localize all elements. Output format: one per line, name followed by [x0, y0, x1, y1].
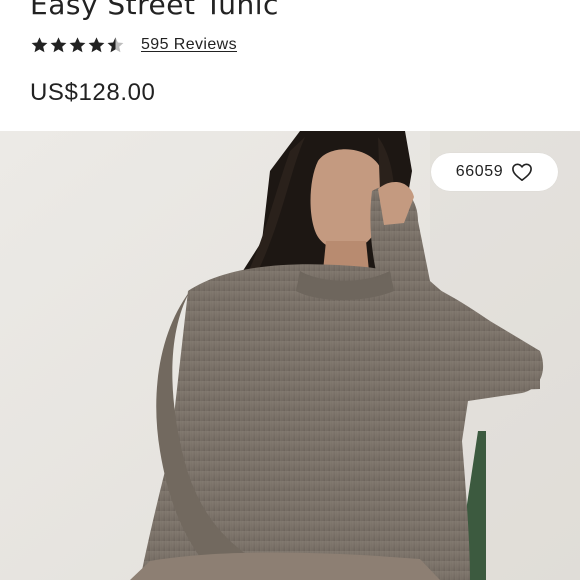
rating-row: 595 Reviews	[30, 33, 237, 57]
reviews-link[interactable]: 595 Reviews	[141, 36, 237, 54]
product-photo-illustration	[0, 131, 580, 580]
star-full-icon	[69, 37, 86, 53]
star-full-icon	[50, 37, 67, 53]
star-rating	[30, 36, 125, 54]
product-header: Easy Street Tunic 595 Reviews US$128.00	[0, 0, 580, 131]
wishlist-button[interactable]: 66059	[431, 153, 558, 191]
star-full-icon	[31, 37, 48, 53]
heart-icon	[512, 163, 533, 181]
wishlist-count: 66059	[455, 163, 504, 180]
product-page: Easy Street Tunic 595 Reviews US$128.00 …	[0, 0, 580, 580]
star-half-icon	[107, 37, 124, 53]
product-photo[interactable]	[0, 131, 580, 580]
star-full-icon	[88, 37, 105, 53]
product-price: US$128.00	[30, 79, 156, 106]
product-title: Easy Street Tunic	[30, 0, 279, 21]
